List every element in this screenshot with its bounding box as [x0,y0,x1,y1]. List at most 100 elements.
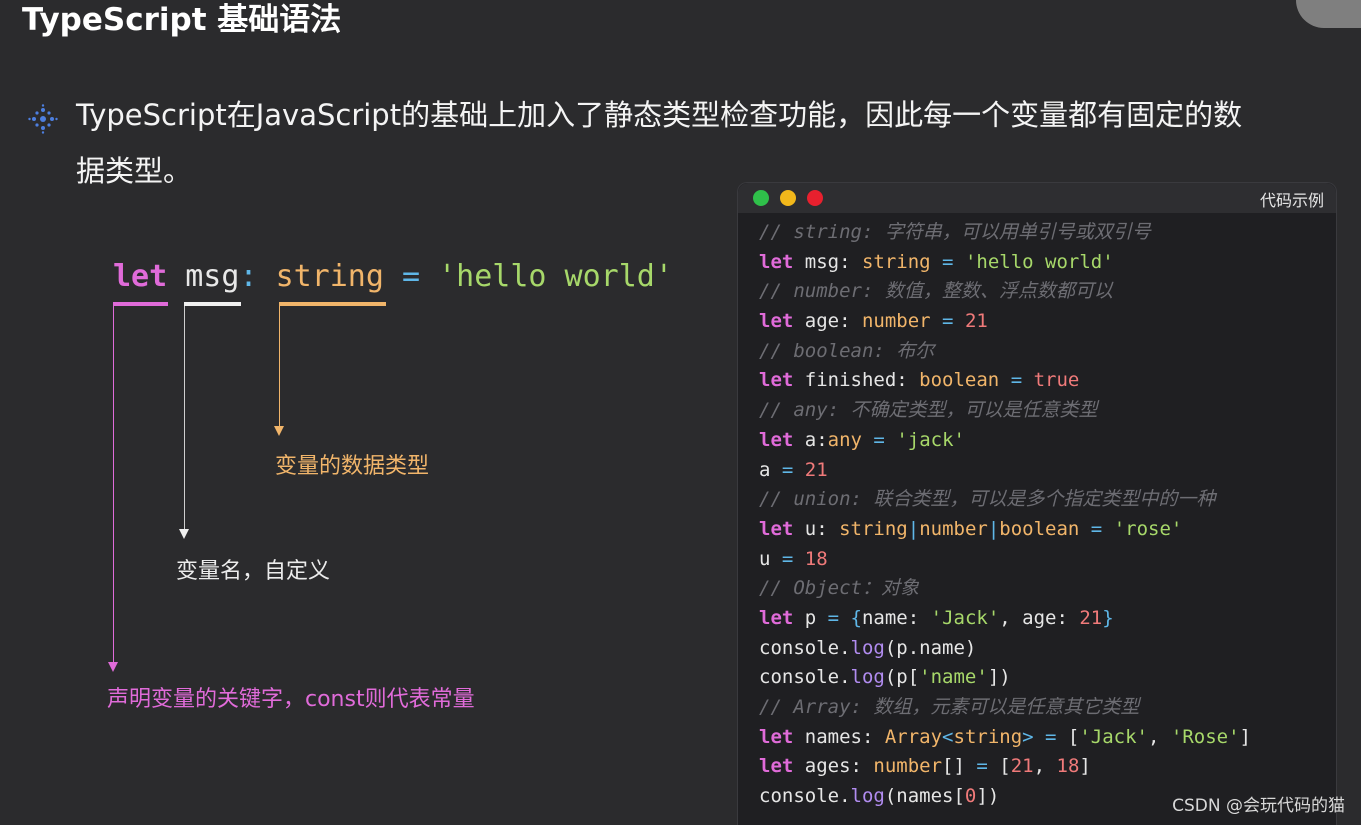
code-token: 18 [1056,755,1080,778]
code-token: 'name' [919,666,988,689]
code-token: 21 [964,310,988,333]
code-token: = [1079,517,1114,540]
code-token: a: [793,428,828,451]
code-line: let a:any = 'jack' [759,426,1251,456]
code-line: let age: number = 21 [759,307,1251,337]
code-token: number [873,755,943,778]
code-line: // any: 不确定类型，可以是任意类型 [759,396,1251,426]
code-token: 21 [804,458,828,481]
annotated-code-line: let msg: string = 'hello world' [113,255,673,299]
code-token: let [759,606,794,629]
code-token: 'Jack' [930,606,1000,629]
code-token: 18 [804,547,828,570]
code-token: | [907,517,920,540]
code-token: 21 [1079,606,1103,629]
code-token: log [850,666,885,689]
code-token: u [759,547,771,570]
code-token: name: [861,606,931,629]
keyword-note: 声明变量的关键字，const则代表常量 [107,687,475,712]
code-token: , [1148,725,1171,748]
code-token: let [759,369,794,392]
code-token: true [1033,369,1080,392]
code-token: | [987,517,1000,540]
code-token: let [759,428,794,451]
code-keyword: let [113,259,168,294]
code-token: (p.name) [884,636,977,659]
red-dot-icon[interactable] [807,190,823,206]
code-line: console.log(p.name) [759,634,1251,664]
code-token: boolean [999,517,1080,540]
type-note: 变量的数据类型 [275,454,430,479]
code-token: 'rose' [1113,517,1183,540]
code-token: console. [759,636,851,659]
code-token: // string: 字符串，可以用单引号或双引号 [759,221,1151,243]
code-token: let [759,310,794,333]
code-line: // Array: 数组，元素可以是任意其它类型 [759,693,1251,723]
code-line: u = 18 [759,545,1251,575]
code-token: ] [1239,725,1251,748]
code-line: let msg: string = 'hello world' [759,248,1251,278]
code-value: 'hello world' [438,259,673,294]
code-token: = [930,250,965,273]
code-token: // number: 数值，整数、浮点数都可以 [759,280,1113,303]
window-title: 代码示例 [1259,191,1324,210]
code-token: 'jack' [896,428,965,451]
keyword-connector [113,306,114,662]
code-token: let [759,725,794,748]
slide-title: TypeScript 基础语法 [22,2,342,38]
code-token: 'Jack' [1079,725,1148,748]
watermark: CSDN @会玩代码的猫 [1172,796,1345,816]
yellow-dot-icon[interactable] [780,190,796,206]
code-token: = [964,755,1000,778]
name-connector [184,306,185,529]
code-token: // union: 联合类型，可以是多个指定类型中的一种 [759,488,1216,511]
code-token: ]) [976,785,1000,808]
code-token: let [759,250,794,273]
code-token: string [839,517,908,540]
code-token: = [861,428,897,451]
code-token: names: [793,725,885,748]
code-token: 'hello world' [964,250,1114,273]
code-line: let finished: boolean = true [759,366,1251,396]
code-token: // any: 不确定类型，可以是任意类型 [759,399,1098,422]
code-token: // Array: 数组，元素可以是任意其它类型 [759,696,1140,718]
code-line: // Object：对象 [759,574,1251,604]
code-lines: // string: 字符串，可以用单引号或双引号 let msg: string… [759,218,1251,812]
code-token: = [770,458,805,481]
code-token: msg: [793,250,862,273]
code-token: Array [884,725,943,748]
code-token: any [827,428,862,451]
code-token: [] [942,755,965,778]
code-token: boolean [919,369,1000,392]
code-token: string [953,725,1023,748]
code-line: let p = {name: 'Jack', age: 21} [759,604,1251,634]
name-underline [184,302,241,306]
code-token: [ [1067,725,1080,748]
code-line: // number: 数值，整数、浮点数都可以 [759,277,1251,307]
code-token: log [850,785,885,808]
code-equals: = [402,259,421,294]
code-token: console. [759,785,851,808]
code-token: a [759,458,771,481]
name-note: 变量名，自定义 [176,559,331,584]
description-line-2: 据类型。 [76,154,193,188]
code-line: let ages: number[] = [21, 18] [759,752,1251,782]
code-token: < [942,725,954,748]
code-token: (p[ [884,666,920,689]
code-token: let [759,755,794,778]
code-line: let names: Array<string> = ['Jack', 'Ros… [759,723,1251,753]
code-token: = [770,547,805,570]
code-token: p [793,606,828,629]
code-token: (names[ [884,785,965,808]
code-token: = [999,369,1034,392]
green-dot-icon[interactable] [753,190,769,206]
code-example-window: 代码示例 // string: 字符串，可以用单引号或双引号 let msg: s… [737,182,1337,825]
code-token: string [861,250,931,273]
type-underline [279,302,386,306]
code-token: console. [759,666,851,689]
code-token: u: [793,517,840,540]
keyword-arrow-icon [108,662,118,672]
code-token: let [759,517,794,540]
code-token: , age: [999,606,1080,629]
code-token: number [919,517,988,540]
